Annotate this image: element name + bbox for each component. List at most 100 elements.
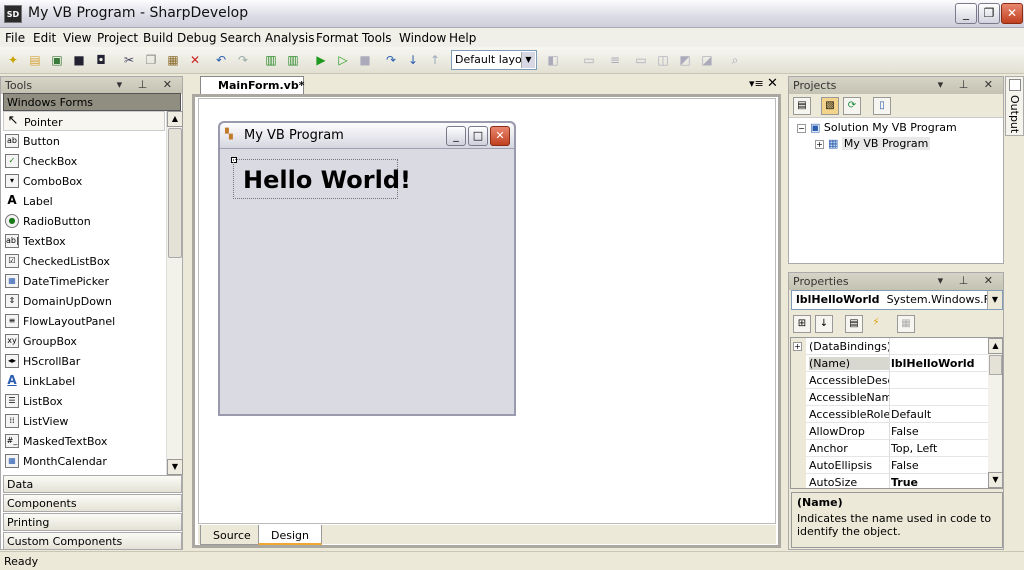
menu-view[interactable]: View (63, 31, 91, 45)
scroll-thumb[interactable] (989, 355, 1002, 375)
menu-debug[interactable]: Debug (177, 31, 216, 45)
refresh-icon[interactable]: ⟳ (843, 97, 861, 115)
properties-icon[interactable]: ▤ (793, 97, 811, 115)
scroll-up-icon[interactable]: ▲ (988, 338, 1002, 354)
tab-mainform[interactable]: MainForm.vb* (200, 76, 304, 94)
alphabetical-icon[interactable]: ↓ (815, 315, 833, 333)
pad-buttons[interactable]: ▾ ⊥ ✕ (938, 78, 999, 91)
prop-row-autoellipsis[interactable]: AutoEllipsis False (791, 457, 988, 474)
tool-monthcalendar[interactable]: ▦ MonthCalendar (3, 451, 165, 471)
tab-design[interactable]: Design (258, 525, 322, 545)
categorized-icon[interactable]: ⊞ (793, 315, 811, 333)
close-button[interactable]: ✕ (1001, 3, 1023, 24)
tool-groupbox[interactable]: xy GroupBox (3, 331, 165, 351)
property-grid-icon[interactable]: ▦ (897, 315, 915, 333)
close-document-icon[interactable]: ✕ (767, 76, 778, 91)
cut-icon[interactable]: ✂ (120, 51, 138, 69)
menu-project[interactable]: Project (97, 31, 138, 45)
run-icon[interactable]: ▶ (312, 51, 330, 69)
expand-icon[interactable]: + (815, 139, 824, 149)
tool-datetimepicker[interactable]: ▦ DateTimePicker (3, 271, 165, 291)
prop-row-accessiblename[interactable]: AccessibleName (791, 389, 988, 406)
comment-icon[interactable]: ▭ (632, 51, 650, 69)
tool-textbox[interactable]: ab| TextBox (3, 231, 165, 251)
tab-list-icon[interactable]: ▾≡ (749, 77, 764, 90)
menu-help[interactable]: Help (449, 31, 476, 45)
property-pages-icon[interactable]: ▤ (845, 315, 863, 333)
tool-button[interactable]: ab Button (3, 131, 165, 151)
chevron-down-icon[interactable]: ▼ (987, 291, 1002, 309)
save-icon[interactable]: ■ (70, 51, 88, 69)
tree-project[interactable]: + ▦ My VB Program (815, 137, 931, 150)
pad-buttons[interactable]: ▾ ⊥ ✕ (938, 274, 999, 287)
run-without-debug-icon[interactable]: ▷ (334, 51, 352, 69)
prop-row-accessibledescription[interactable]: AccessibleDescri (791, 372, 988, 389)
step-out-icon[interactable]: ↑ (426, 51, 444, 69)
prop-row-allowdrop[interactable]: AllowDrop False (791, 423, 988, 440)
open-folder-icon[interactable]: ▤ (26, 51, 44, 69)
menu-search[interactable]: Search (220, 31, 261, 45)
tools-scrollbar[interactable]: ▲ ▼ (166, 111, 183, 475)
object-selector[interactable]: lblHelloWorld System.Windows.Fo ▼ (791, 290, 1003, 310)
tool-flowlayoutpanel[interactable]: ≡ FlowLayoutPanel (3, 311, 165, 331)
scroll-down-icon[interactable]: ▼ (988, 472, 1002, 488)
prop-row-databindings[interactable]: + (DataBindings) (791, 338, 988, 355)
scroll-up-icon[interactable]: ▲ (167, 111, 183, 127)
menu-window[interactable]: Window (399, 31, 446, 45)
hello-world-label[interactable]: Hello World! (233, 159, 411, 199)
scroll-thumb[interactable] (168, 128, 182, 258)
uncomment-icon[interactable]: ◫ (654, 51, 672, 69)
output-side-tab[interactable]: Output (1005, 76, 1024, 136)
events-icon[interactable]: ⚡ (867, 315, 885, 333)
undo-icon[interactable]: ↶ (212, 51, 230, 69)
tool-domainupdown[interactable]: ⇕ DomainUpDown (3, 291, 165, 311)
paste-icon[interactable]: ▦ (164, 51, 182, 69)
pad-buttons[interactable]: ▾ ⊥ ✕ (117, 78, 178, 91)
chevron-down-icon[interactable]: ▼ (521, 52, 535, 68)
tool-listbox[interactable]: ☰ ListBox (3, 391, 165, 411)
layout-dropdown[interactable]: Default layout ▼ (451, 50, 537, 70)
category-data[interactable]: Data (3, 475, 182, 493)
category-custom-components[interactable]: Custom Components (3, 532, 182, 550)
indent-icon[interactable]: ≡ (606, 51, 624, 69)
prop-row-autosize[interactable]: AutoSize True (791, 474, 988, 488)
prop-row-accessiblerole[interactable]: AccessibleRole Default (791, 406, 988, 423)
tool-listview[interactable]: ⁞⁞ ListView (3, 411, 165, 431)
tool-maskedtextbox[interactable]: #_ MaskedTextBox (3, 431, 165, 451)
step-into-icon[interactable]: ↓ (404, 51, 422, 69)
bookmark-icon[interactable]: ▭ (580, 51, 598, 69)
collapse-icon[interactable]: − (797, 123, 806, 133)
tab-source[interactable]: Source (200, 525, 264, 545)
format-icon[interactable]: ◩ (676, 51, 694, 69)
save-all-icon[interactable]: ◘ (92, 51, 110, 69)
expand-icon[interactable]: + (793, 342, 802, 351)
windows-forms-section[interactable]: Windows Forms (3, 93, 181, 111)
align-icon[interactable]: ◪ (698, 51, 716, 69)
category-printing[interactable]: Printing (3, 513, 182, 531)
tree-solution[interactable]: − ▣ Solution My VB Program (797, 121, 957, 134)
find-icon[interactable]: ⌕ (726, 51, 744, 69)
menu-format[interactable]: Format (316, 31, 358, 45)
tool-checkbox[interactable]: ✓ CheckBox (3, 151, 165, 171)
menu-analysis[interactable]: Analysis (265, 31, 314, 45)
category-components[interactable]: Components (3, 494, 182, 512)
navigate-back-icon[interactable]: ◧ (544, 51, 562, 69)
rebuild-icon[interactable]: ▥ (284, 51, 302, 69)
designed-form[interactable]: ▚ My VB Program _ □ ✕ Hello World! (218, 121, 516, 416)
scroll-down-icon[interactable]: ▼ (167, 459, 183, 475)
tool-linklabel[interactable]: A LinkLabel (3, 371, 165, 391)
menu-edit[interactable]: Edit (33, 31, 56, 45)
tool-hscrollbar[interactable]: ◂▸ HScrollBar (3, 351, 165, 371)
minimize-button[interactable]: _ (955, 3, 977, 24)
tool-radiobutton[interactable]: ● RadioButton (3, 211, 165, 231)
properties-scrollbar[interactable]: ▲ ▼ (988, 338, 1002, 488)
menu-tools[interactable]: Tools (362, 31, 392, 45)
new-file-icon[interactable]: ✦ (4, 51, 22, 69)
new-project-icon[interactable]: ▣ (48, 51, 66, 69)
step-over-icon[interactable]: ↷ (382, 51, 400, 69)
stop-icon[interactable]: ■ (356, 51, 374, 69)
restore-button[interactable]: ❐ (978, 3, 1000, 24)
menu-file[interactable]: File (5, 31, 25, 45)
tool-label[interactable]: A Label (3, 191, 165, 211)
redo-icon[interactable]: ↷ (234, 51, 252, 69)
